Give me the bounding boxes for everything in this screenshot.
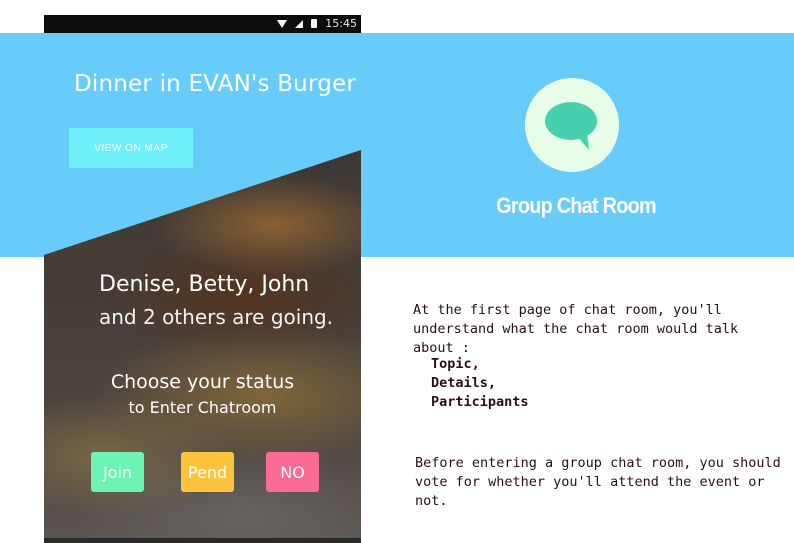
going-others: and 2 others are going. [99, 305, 334, 329]
status-prompt: Choose your status [110, 371, 295, 393]
feature-title: Group Chat Room [496, 193, 656, 218]
chat-bubble-icon [545, 102, 597, 150]
battery-icon [311, 19, 318, 28]
list-item: Topic, [431, 356, 480, 372]
phone-bottom-bar [44, 538, 361, 543]
pend-button[interactable]: Pend [181, 452, 234, 492]
list-item: Details, [431, 375, 497, 391]
list-item: Participants [431, 394, 529, 410]
no-button[interactable]: NO [266, 452, 319, 492]
vote-note: Before entering a group chat room, you s… [415, 455, 781, 509]
wifi-icon [277, 19, 288, 28]
topic-list: Topic, Details, Participants [431, 355, 529, 412]
status-bar: 15:45 [44, 15, 361, 33]
status-time: 15:45 [325, 17, 357, 30]
chat-icon-badge [525, 78, 619, 172]
signal-icon [295, 19, 304, 28]
event-title: Dinner in EVAN's Burger [74, 71, 357, 97]
status-subprompt: to Enter Chatroom [128, 398, 277, 417]
phone-mockup: 15:45 Dinner in EVAN's Burger VIEW ON MA… [44, 15, 361, 543]
view-on-map-button[interactable]: VIEW ON MAP [69, 128, 193, 168]
intro-text: At the first page of chat room, you'll u… [413, 302, 739, 356]
join-button[interactable]: Join [91, 452, 144, 492]
going-names: Denise, Betty, John [99, 272, 310, 297]
